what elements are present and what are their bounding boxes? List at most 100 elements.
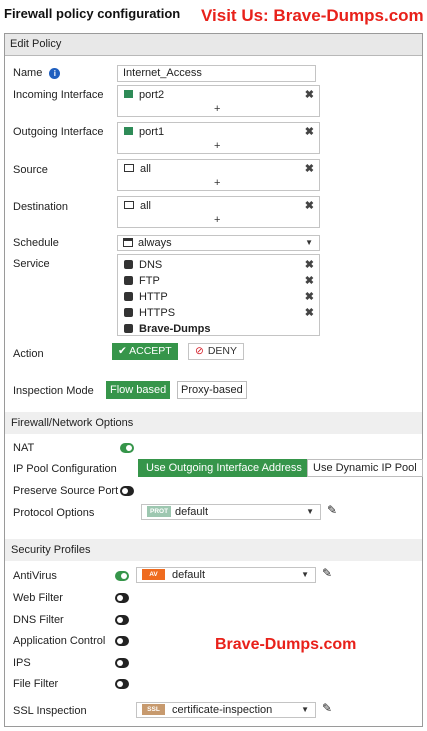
antivirus-label: AntiVirus — [13, 570, 57, 582]
add-source-icon[interactable]: + — [214, 177, 220, 189]
remove-icon[interactable]: ✖ — [305, 124, 314, 140]
firewall-network-options-header: Firewall/Network Options — [5, 412, 422, 434]
outgoing-interface-field[interactable]: port1 ✖ + — [117, 122, 320, 154]
service-icon — [124, 291, 133, 301]
outgoing-interface-entry: port1 — [124, 124, 164, 140]
accept-button[interactable]: ✔ ACCEPT — [112, 343, 178, 360]
document-title: Firewall policy configuration — [4, 6, 181, 21]
destination-label: Destination — [13, 201, 69, 213]
chevron-down-icon: ▼ — [301, 705, 309, 714]
service-overlay-watermark: Brave-Dumps — [124, 321, 211, 337]
remove-icon[interactable]: ✖ — [305, 198, 314, 214]
use-dynamic-ip-pool-option[interactable]: Use Dynamic IP Pool — [307, 459, 423, 477]
service-item-label: HTTPS — [139, 307, 176, 319]
schedule-select[interactable]: always ▼ — [117, 235, 320, 251]
edit-icon[interactable]: ✎ — [327, 503, 337, 517]
service-item: DNS — [124, 257, 162, 273]
antivirus-select[interactable]: AV default ▼ — [136, 567, 316, 583]
info-icon[interactable]: i — [49, 67, 61, 79]
address-icon — [124, 201, 134, 210]
service-icon — [124, 323, 133, 333]
ips-toggle[interactable] — [115, 658, 129, 668]
preserve-source-port-toggle[interactable] — [120, 486, 134, 496]
service-item: HTTP — [124, 289, 168, 305]
service-field[interactable]: DNS ✖ FTP ✖ HTTP ✖ HTTPS ✖ Brave-Dumps — [117, 254, 320, 336]
source-label: Source — [13, 164, 48, 176]
antivirus-toggle[interactable] — [115, 571, 129, 581]
name-input[interactable]: Internet_Access — [117, 65, 316, 82]
protocol-options-select[interactable]: PROT default ▼ — [141, 504, 321, 520]
web-filter-label: Web Filter — [13, 592, 63, 604]
outgoing-interface-label: Outgoing Interface — [13, 126, 104, 138]
nat-label: NAT — [13, 442, 35, 454]
antivirus-value: default — [172, 569, 206, 581]
source-value: all — [140, 163, 152, 175]
chevron-down-icon: ▼ — [301, 570, 309, 579]
watermark-mid: Brave-Dumps.com — [215, 636, 357, 653]
schedule-icon — [123, 237, 133, 247]
incoming-interface-field[interactable]: port2 ✖ + — [117, 85, 320, 117]
proxy-based-option[interactable]: Proxy-based — [177, 381, 247, 399]
port-icon — [124, 127, 133, 136]
remove-icon[interactable]: ✖ — [305, 87, 314, 103]
remove-icon[interactable]: ✖ — [305, 305, 314, 321]
ips-label: IPS — [13, 657, 31, 669]
dns-filter-label: DNS Filter — [13, 614, 64, 626]
file-filter-toggle[interactable] — [115, 679, 129, 689]
remove-icon[interactable]: ✖ — [305, 161, 314, 177]
destination-entry: all — [124, 198, 151, 214]
edit-icon[interactable]: ✎ — [322, 566, 332, 580]
edit-policy-panel: Edit Policy Name i Internet_Access Incom… — [4, 33, 423, 727]
chevron-down-icon: ▼ — [306, 507, 314, 516]
nat-toggle[interactable] — [120, 443, 134, 453]
add-outgoing-icon[interactable]: + — [214, 140, 220, 152]
service-icon — [124, 275, 133, 285]
application-control-label: Application Control — [13, 635, 106, 647]
action-label: Action — [13, 348, 44, 360]
flow-based-option[interactable]: Flow based — [106, 381, 171, 399]
dns-filter-toggle[interactable] — [115, 615, 129, 625]
service-item-label: DNS — [139, 259, 163, 271]
web-filter-toggle[interactable] — [115, 593, 129, 603]
incoming-interface-entry: port2 — [124, 87, 164, 103]
antivirus-badge: AV — [142, 569, 165, 580]
add-incoming-icon[interactable]: + — [214, 103, 220, 115]
service-icon — [124, 307, 133, 317]
use-outgoing-interface-address-option[interactable]: Use Outgoing Interface Address — [138, 459, 310, 477]
security-profiles-header: Security Profiles — [5, 539, 422, 561]
inspection-mode-label: Inspection Mode — [13, 385, 94, 397]
protocol-options-value: default — [175, 506, 209, 518]
preserve-source-port-label: Preserve Source Port — [13, 485, 119, 497]
incoming-interface-value: port2 — [139, 89, 165, 101]
application-control-toggle[interactable] — [115, 636, 129, 646]
add-destination-icon[interactable]: + — [214, 214, 220, 226]
ssl-inspection-label: SSL Inspection — [13, 705, 87, 717]
service-label: Service — [13, 258, 50, 270]
destination-field[interactable]: all ✖ + — [117, 196, 320, 228]
watermark-top: Visit Us: Brave-Dumps.com — [201, 6, 424, 25]
remove-icon[interactable]: ✖ — [305, 289, 314, 305]
service-item: HTTPS — [124, 305, 175, 321]
deny-label: DENY — [207, 345, 237, 357]
protocol-options-badge: PROT — [147, 506, 172, 517]
name-label-text: Name — [13, 67, 43, 79]
deny-button[interactable]: ⊘ DENY — [188, 343, 244, 360]
remove-icon[interactable]: ✖ — [305, 273, 314, 289]
panel-header: Edit Policy — [5, 34, 422, 56]
protocol-options-label: Protocol Options — [13, 507, 95, 519]
service-icon — [124, 259, 133, 269]
deny-icon: ⊘ — [195, 345, 204, 357]
service-item: FTP — [124, 273, 160, 289]
chevron-down-icon: ▼ — [305, 238, 313, 247]
edit-icon[interactable]: ✎ — [322, 701, 332, 715]
file-filter-label: File Filter — [13, 678, 59, 690]
outgoing-interface-value: port1 — [139, 126, 165, 138]
destination-value: all — [140, 200, 152, 212]
ssl-inspection-select[interactable]: SSL certificate-inspection ▼ — [136, 702, 316, 718]
remove-icon[interactable]: ✖ — [305, 257, 314, 273]
schedule-value: always — [138, 237, 172, 249]
source-field[interactable]: all ✖ + — [117, 159, 320, 191]
service-overlay-text: Brave-Dumps — [139, 323, 211, 335]
address-icon — [124, 164, 134, 173]
schedule-label: Schedule — [13, 237, 59, 249]
